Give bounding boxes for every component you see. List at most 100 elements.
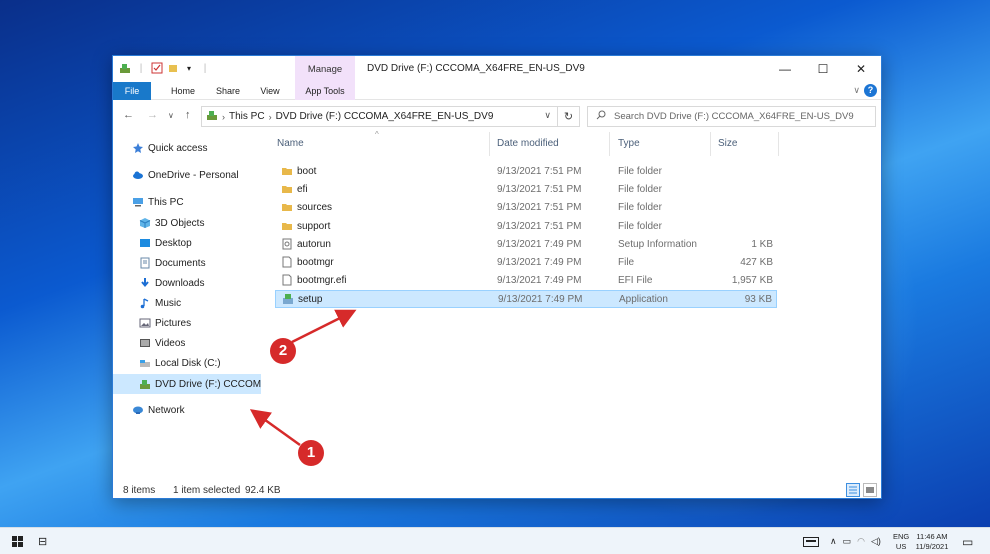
navigation-pane: Quick access OneDrive - Personal This PC 3D… bbox=[113, 132, 261, 480]
file-row-support[interactable]: support 9/13/2021 7:51 PM File folder bbox=[275, 218, 777, 236]
properties-icon[interactable] bbox=[151, 62, 163, 74]
notifications-button[interactable]: ▭ bbox=[962, 528, 973, 554]
nav-item-downloads[interactable]: Downloads bbox=[113, 273, 261, 293]
ribbon-collapse-icon[interactable]: ∨ bbox=[853, 85, 860, 96]
nav-item-3d-objects[interactable]: 3D Objects bbox=[113, 213, 261, 233]
nav-item-network[interactable]: Network bbox=[113, 400, 261, 420]
nav-item-label: This PC bbox=[148, 196, 184, 208]
column-header-name[interactable]: Name bbox=[277, 138, 304, 149]
file-row-bootmgr-efi[interactable]: bootmgr.efi 9/13/2021 7:49 PM EFI File 1,95… bbox=[275, 272, 777, 290]
search-box[interactable] bbox=[587, 106, 876, 127]
file-date: 9/13/2021 7:51 PM bbox=[497, 202, 582, 214]
up-button[interactable]: ↑ bbox=[185, 109, 191, 121]
file-type: File folder bbox=[618, 166, 662, 177]
title-bar: | ▾ | Manage DVD Drive (F:) CCCOMA_X64FR… bbox=[113, 56, 881, 82]
star-icon bbox=[132, 142, 144, 154]
nav-item-pictures[interactable]: Pictures bbox=[113, 313, 261, 333]
breadcrumb-dvd-drive[interactable]: DVD Drive (F:) CCCOMA_X64FRE_EN-US_DV9 bbox=[276, 111, 494, 122]
file-date: 9/13/2021 7:49 PM bbox=[497, 275, 582, 287]
nav-item-label: Local Disk (C:) bbox=[155, 357, 221, 369]
tab-share[interactable]: Share bbox=[213, 82, 243, 100]
file-name: support bbox=[297, 220, 331, 232]
address-dropdown-icon[interactable]: ∨ bbox=[544, 110, 551, 121]
file-type: Setup Information bbox=[618, 238, 697, 250]
nav-item-desktop[interactable]: Desktop bbox=[113, 233, 261, 253]
help-icon[interactable]: ? bbox=[864, 84, 877, 97]
keyboard-tray-button[interactable] bbox=[803, 528, 819, 554]
nav-item-label: OneDrive - Personal bbox=[148, 169, 239, 181]
show-hidden-icons-icon[interactable]: ∧ bbox=[830, 536, 837, 547]
task-view-button[interactable]: ⊟ bbox=[38, 528, 47, 554]
cloud-icon bbox=[132, 169, 144, 181]
search-input[interactable] bbox=[614, 111, 864, 122]
computer-icon bbox=[132, 196, 144, 208]
file-row-bootmgr[interactable]: bootmgr 9/13/2021 7:49 PM File 427 KB bbox=[275, 254, 777, 272]
status-bar: 8 items 1 item selected 92.4 KB bbox=[113, 480, 881, 500]
recent-locations-button[interactable]: ∨ bbox=[168, 111, 174, 120]
clock[interactable]: 11:46 AM 11/9/2021 bbox=[912, 528, 952, 554]
manage-context-tab[interactable]: Manage bbox=[295, 56, 355, 82]
forward-button[interactable]: → bbox=[147, 109, 158, 121]
column-divider[interactable] bbox=[710, 132, 711, 156]
tab-view[interactable]: View bbox=[257, 82, 283, 100]
file-name: efi bbox=[297, 184, 308, 196]
ribbon-tabs: File Home Share View App Tools ∨ ? bbox=[113, 82, 881, 100]
nav-item-music[interactable]: Music bbox=[113, 293, 261, 313]
nav-item-documents[interactable]: Documents bbox=[113, 253, 261, 273]
file-name: bootmgr.efi bbox=[297, 275, 347, 287]
column-header-date-modified[interactable]: Date modified bbox=[497, 138, 559, 149]
nav-item-dvd-drive-f-cccoma[interactable]: DVD Drive (F:) CCCOMA bbox=[113, 374, 261, 394]
column-divider[interactable] bbox=[609, 132, 610, 156]
large-icons-view-icon bbox=[866, 487, 874, 493]
taskbar: ⊟ ∧ ▭ ◠ ◁) ENG US 11:46 AM 11/9/2021 ▭ bbox=[0, 527, 990, 554]
disk-icon bbox=[139, 357, 151, 369]
touch-keyboard-icon bbox=[803, 536, 819, 547]
breadcrumb-this-pc[interactable]: This PC bbox=[229, 111, 265, 122]
tab-app-tools[interactable]: App Tools bbox=[295, 82, 355, 100]
nav-item-label: Downloads bbox=[155, 277, 205, 289]
file-name: bootmgr bbox=[297, 257, 334, 268]
nav-item-local-disk-c[interactable]: Local Disk (C:) bbox=[113, 353, 261, 373]
video-icon bbox=[139, 337, 151, 349]
details-view-button[interactable] bbox=[846, 483, 860, 497]
language-indicator[interactable]: ENG US bbox=[893, 528, 909, 554]
column-header-size[interactable]: Size bbox=[718, 138, 737, 149]
battery-icon[interactable]: ▭ bbox=[843, 536, 852, 547]
file-type: File folder bbox=[618, 220, 662, 232]
network-icon bbox=[132, 404, 144, 416]
nav-item-this-pc[interactable]: This PC bbox=[113, 192, 261, 212]
windows-logo-icon bbox=[12, 535, 23, 547]
customize-toolbar-icon[interactable]: ▾ bbox=[183, 62, 195, 74]
file-row-setup[interactable]: setup 9/13/2021 7:49 PM Application 93 KB bbox=[275, 290, 777, 309]
file-row-boot[interactable]: boot 9/13/2021 7:51 PM File folder bbox=[275, 163, 777, 181]
column-header-type[interactable]: Type bbox=[618, 138, 640, 149]
notification-icon: ▭ bbox=[962, 534, 974, 549]
file-row-efi[interactable]: efi 9/13/2021 7:51 PM File folder bbox=[275, 181, 777, 199]
tab-home[interactable]: Home bbox=[167, 82, 199, 100]
wifi-icon[interactable]: ◠ bbox=[857, 536, 865, 547]
new-folder-icon[interactable] bbox=[167, 62, 179, 74]
nav-item-onedrive-personal[interactable]: OneDrive - Personal bbox=[113, 165, 261, 185]
file-row-sources[interactable]: sources 9/13/2021 7:51 PM File folder bbox=[275, 199, 777, 217]
back-button[interactable]: ← bbox=[123, 109, 134, 121]
large-icons-view-button[interactable] bbox=[863, 483, 877, 497]
nav-item-label: Pictures bbox=[155, 317, 192, 329]
column-divider[interactable] bbox=[778, 132, 779, 156]
nav-item-quick-access[interactable]: Quick access bbox=[113, 138, 261, 158]
column-divider[interactable] bbox=[489, 132, 490, 156]
navigation-bar: ← → ∨ ↑ › This PC › DVD Drive (F:) CCCOM… bbox=[113, 101, 881, 131]
pictures-icon bbox=[139, 317, 151, 329]
file-type: Application bbox=[619, 294, 668, 306]
volume-icon[interactable]: ◁) bbox=[871, 536, 881, 547]
quick-access-toolbar: | ▾ | bbox=[119, 62, 211, 74]
tab-file[interactable]: File bbox=[113, 82, 151, 100]
file-name: boot bbox=[297, 166, 317, 177]
address-bar[interactable]: › This PC › DVD Drive (F:) CCCOMA_X64FRE… bbox=[201, 106, 558, 127]
nav-item-videos[interactable]: Videos bbox=[113, 333, 261, 353]
file-size: 93 KB bbox=[744, 294, 772, 306]
refresh-button[interactable]: ↻ bbox=[558, 106, 580, 127]
file-row-autorun[interactable]: autorun 9/13/2021 7:49 PM Setup Informatio… bbox=[275, 236, 777, 254]
close-button[interactable]: ✕ bbox=[839, 56, 883, 82]
file-icon bbox=[281, 274, 293, 286]
start-button[interactable] bbox=[12, 528, 24, 554]
